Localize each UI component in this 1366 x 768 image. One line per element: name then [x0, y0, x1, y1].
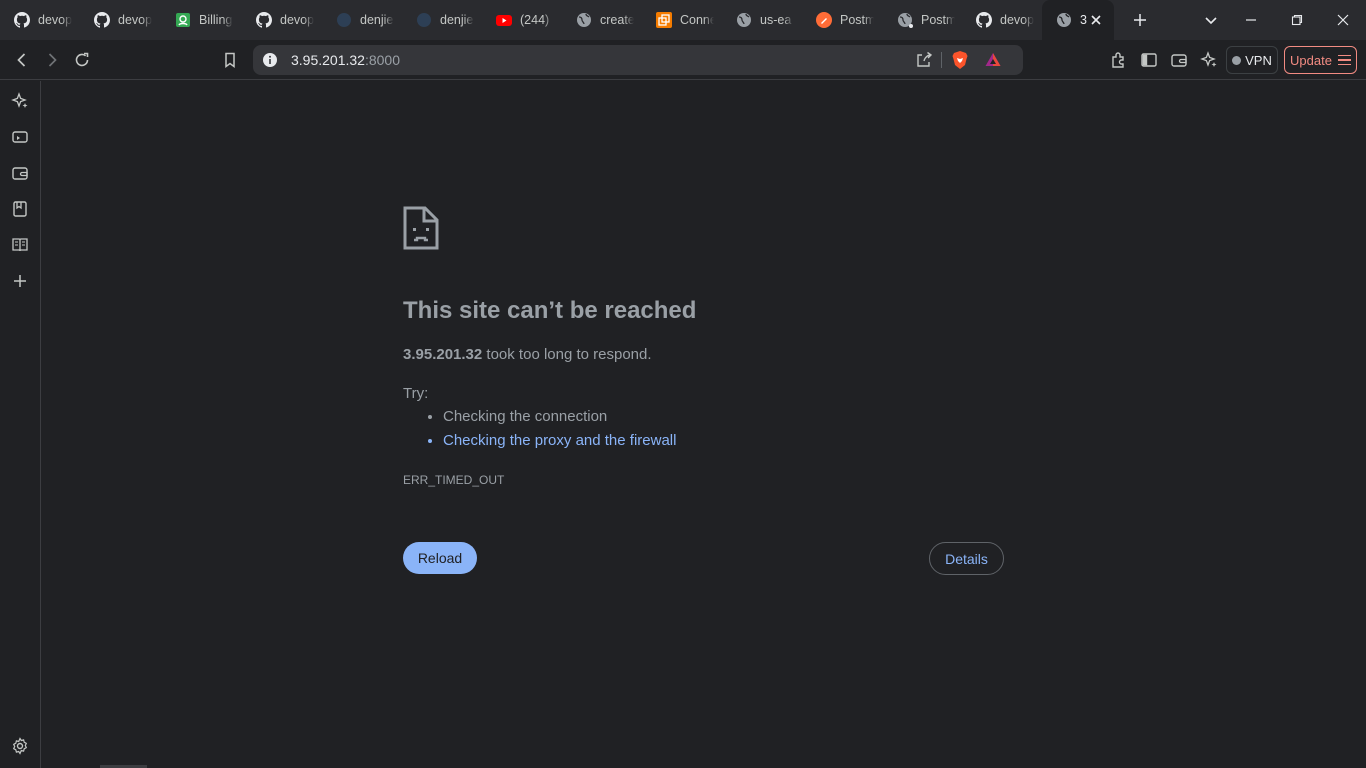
tab-label: devop	[280, 13, 314, 27]
sad-page-icon	[403, 206, 439, 250]
tab-label: devop	[118, 13, 152, 27]
close-window-button[interactable]	[1320, 0, 1366, 40]
add-panel-icon[interactable]	[9, 270, 31, 292]
tab[interactable]: devop	[80, 0, 160, 40]
tab[interactable]: (244)	[482, 0, 562, 40]
tab-label: Postm	[840, 13, 874, 27]
share-icon[interactable]	[915, 51, 933, 69]
tab[interactable]: Postm	[802, 0, 882, 40]
denjie-icon	[416, 12, 432, 28]
page-content: This site can’t be reached 3.95.201.32 t…	[41, 81, 1366, 768]
globe-icon	[1056, 12, 1072, 28]
denjie-icon	[336, 12, 352, 28]
bookmark-icon[interactable]	[218, 48, 242, 72]
reading-list-icon[interactable]	[9, 234, 31, 256]
error-title: This site can’t be reached	[403, 297, 697, 324]
vpn-label: VPN	[1245, 52, 1272, 68]
wallet-icon[interactable]	[9, 162, 31, 184]
url-text[interactable]: 3.95.201.32:8000	[291, 52, 400, 68]
close-tab-icon[interactable]	[1088, 12, 1104, 28]
tab-label: Billing	[199, 13, 233, 27]
tab[interactable]: create	[562, 0, 642, 40]
try-label: Try:	[403, 385, 429, 402]
tab-label: denjie	[440, 13, 474, 27]
tab-active[interactable]: 3	[1042, 0, 1114, 40]
tab[interactable]: Postm	[883, 0, 963, 40]
forward-button[interactable]	[40, 48, 64, 72]
github-icon	[256, 12, 272, 28]
settings-gear-icon[interactable]	[9, 735, 31, 757]
wallet-icon[interactable]	[1167, 48, 1191, 72]
reload-button[interactable]	[70, 48, 94, 72]
tab-label: Conne	[680, 13, 714, 27]
extensions-icon[interactable]	[1107, 48, 1131, 72]
tab-label: devop	[1000, 13, 1034, 27]
tab[interactable]: devop	[0, 0, 80, 40]
bookmarks-icon[interactable]	[9, 198, 31, 220]
github-icon	[976, 12, 992, 28]
globe-icon	[897, 12, 913, 28]
error-code: ERR_TIMED_OUT	[403, 473, 505, 487]
leo-ai-icon[interactable]	[1197, 48, 1221, 72]
sidebar	[0, 81, 41, 768]
tab-label: us-ea	[760, 13, 792, 27]
github-icon	[14, 12, 30, 28]
tab[interactable]: denjie	[322, 0, 402, 40]
tab[interactable]: Billing	[161, 0, 241, 40]
site-info-icon[interactable]	[262, 52, 278, 68]
tab[interactable]: us-ea	[722, 0, 802, 40]
connect-icon	[656, 12, 672, 28]
update-button[interactable]: Update	[1284, 46, 1357, 74]
billing-icon	[175, 12, 191, 28]
address-bar[interactable]: 3.95.201.32:8000	[253, 45, 1023, 75]
youtube-icon	[496, 12, 512, 28]
tab[interactable]: denjie	[402, 0, 482, 40]
url-host: 3.95.201.32	[291, 52, 365, 68]
vpn-status-icon	[1232, 55, 1242, 65]
error-description: 3.95.201.32 took too long to respond.	[403, 346, 652, 363]
leo-ai-icon[interactable]	[9, 90, 31, 112]
menu-icon	[1337, 54, 1351, 66]
suggestion-item: Checking the connection	[443, 408, 676, 432]
tab-strip: devop devop Billing devop denjie denjie	[0, 0, 1366, 40]
divider	[941, 52, 942, 68]
brave-shields-icon[interactable]	[951, 50, 969, 70]
restore-button[interactable]	[1274, 0, 1320, 40]
suggestion-link-proxy-firewall[interactable]: Checking the proxy and the firewall	[443, 432, 676, 456]
url-port: :8000	[364, 52, 401, 68]
update-label: Update	[1290, 52, 1332, 68]
tab-label: create	[600, 13, 634, 27]
tab-label: denjie	[360, 13, 394, 27]
details-button[interactable]: Details	[929, 542, 1004, 575]
brave-rewards-icon[interactable]	[984, 51, 1002, 69]
vpn-button[interactable]: VPN	[1226, 46, 1278, 74]
error-host: 3.95.201.32	[403, 346, 483, 363]
tab-search-chevron-icon[interactable]	[1201, 10, 1221, 30]
new-tab-button[interactable]	[1130, 10, 1150, 30]
globe-icon	[736, 12, 752, 28]
tab-label: (244)	[520, 13, 550, 27]
tab-label: devop	[38, 13, 72, 27]
github-icon	[94, 12, 110, 28]
back-button[interactable]	[10, 48, 34, 72]
tab-label: Postm	[921, 13, 955, 27]
minimize-button[interactable]	[1228, 0, 1274, 40]
error-message: took too long to respond.	[482, 346, 652, 363]
tab[interactable]: devop	[962, 0, 1042, 40]
video-call-icon[interactable]	[9, 126, 31, 148]
tab[interactable]: devop	[242, 0, 322, 40]
postman-icon	[816, 12, 832, 28]
reload-page-button[interactable]: Reload	[403, 542, 477, 574]
sidebar-toggle-icon[interactable]	[1137, 48, 1161, 72]
globe-icon	[576, 12, 592, 28]
tab[interactable]: Conne	[642, 0, 722, 40]
suggestions-list: Checking the connection Checking the pro…	[443, 408, 676, 456]
